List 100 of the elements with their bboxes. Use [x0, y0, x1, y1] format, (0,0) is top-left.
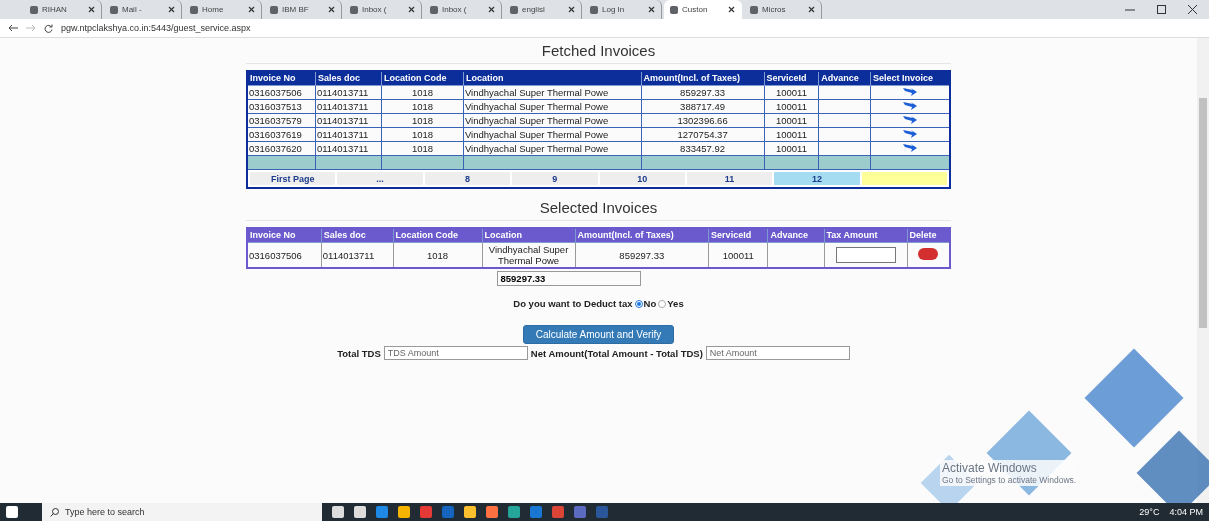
table-cell: Vindhyachal Super Thermal Powe — [463, 85, 642, 100]
table-cell: 0316037620 — [247, 141, 316, 156]
back-arrow-icon[interactable] — [8, 24, 18, 32]
maximize-icon[interactable] — [1157, 5, 1166, 14]
pagination-button[interactable]: ... — [337, 172, 423, 185]
close-icon[interactable] — [88, 6, 95, 13]
taskbar-app-icon[interactable] — [354, 506, 366, 518]
taskbar-app-icon[interactable] — [398, 506, 410, 518]
table-cell: 0316037619 — [247, 127, 316, 142]
column-header: ServiceId — [764, 71, 819, 86]
column-header: Location — [482, 228, 575, 243]
favicon-icon — [750, 5, 758, 14]
table-cell: 0316037506 — [247, 242, 322, 268]
field-label: Net Amount(Total Amount - Total TDS) — [530, 347, 703, 359]
column-header: Advance — [767, 228, 825, 243]
select-arrow-icon[interactable] — [902, 116, 917, 124]
column-header: Location Code — [393, 228, 482, 243]
browser-tab[interactable]: Custon — [664, 0, 742, 19]
section-title: Selected Invoices — [246, 199, 951, 221]
column-header: Sales doc — [315, 71, 382, 86]
table-cell: 1018 — [381, 99, 464, 114]
column-header: Invoice No — [247, 228, 322, 243]
tax-amount-field[interactable] — [835, 247, 896, 263]
table-cell: 833457.92 — [641, 141, 765, 156]
close-icon[interactable] — [408, 6, 415, 13]
address-bar[interactable]: pgw.ntpclakshya.co.in:5443/guest_service.aspx — [61, 23, 251, 33]
column-header: Sales doc — [321, 228, 394, 243]
select-arrow-icon[interactable] — [902, 144, 917, 152]
favicon-icon — [590, 5, 598, 14]
table-cell: 0316037506 — [247, 85, 316, 100]
taskbar-app-icon[interactable] — [376, 506, 388, 518]
close-icon[interactable] — [168, 6, 175, 13]
scrollbar-thumb[interactable] — [1199, 98, 1207, 328]
radio-button[interactable] — [658, 299, 667, 308]
column-header: Select Invoice — [870, 71, 950, 86]
notice-text: Go to Settings to activate Windows. — [942, 475, 1077, 485]
table-cell: 0114013711 — [315, 85, 382, 100]
net-amount-field[interactable]: Net Amount — [705, 346, 850, 360]
delete-icon[interactable] — [918, 248, 939, 260]
pagination-button[interactable]: 12 — [774, 172, 860, 185]
column-header: Location — [463, 71, 642, 86]
table-cell: 0114013711 — [321, 242, 394, 268]
favicon-icon — [110, 5, 118, 14]
column-header: Amount(Incl. of Taxes) — [641, 71, 765, 86]
favicon-icon — [430, 5, 438, 14]
table-cell: 1018 — [381, 85, 464, 100]
taskbar-app-icon[interactable] — [508, 506, 520, 518]
taskbar-app-icon[interactable] — [332, 506, 344, 518]
taskbar-app-icon[interactable] — [552, 506, 564, 518]
table-cell: 0114013711 — [315, 141, 382, 156]
column-header: ServiceId — [708, 228, 768, 243]
close-icon[interactable] — [648, 6, 655, 13]
taskbar-app-icon[interactable] — [486, 506, 498, 518]
reload-icon[interactable] — [44, 23, 53, 33]
radio-label: No — [643, 298, 657, 309]
favicon-icon — [670, 5, 678, 14]
close-icon[interactable] — [568, 6, 575, 13]
close-icon[interactable] — [328, 6, 335, 13]
close-icon[interactable] — [488, 6, 495, 13]
select-arrow-icon[interactable] — [902, 130, 917, 138]
table-cell: 0114013711 — [315, 99, 382, 114]
pagination-button[interactable]: 11 — [686, 172, 773, 185]
table-cell: 100011 — [764, 113, 819, 128]
close-icon[interactable] — [808, 6, 815, 13]
table-cell: 859297.33 — [641, 85, 765, 100]
pagination-button[interactable]: 10 — [599, 172, 685, 185]
pagination-button[interactable]: First Page — [250, 172, 336, 185]
column-header: Delete — [907, 228, 950, 243]
taskbar-search-field[interactable]: Type here to search — [42, 503, 322, 521]
minimize-icon[interactable] — [1125, 8, 1135, 11]
favicon-icon — [190, 5, 198, 14]
tds-amount-field[interactable]: TDS Amount — [383, 346, 528, 360]
table-cell: 0316037513 — [247, 99, 316, 114]
close-icon[interactable] — [248, 6, 255, 13]
radio-button[interactable] — [634, 299, 643, 308]
table-cell: Vindhyachal Super Thermal Powe — [463, 127, 642, 142]
column-header: Location Code — [381, 71, 464, 86]
table-cell: 100011 — [764, 85, 819, 100]
column-header: Invoice No — [247, 71, 316, 86]
table-cell: Vindhyachal Super Thermal Powe — [463, 99, 642, 114]
search-icon — [50, 507, 59, 517]
question-label: Do you want to Deduct tax — [513, 298, 633, 309]
table-cell: 388717.49 — [641, 99, 765, 114]
radio-label: Yes — [667, 298, 684, 309]
table-cell: 100011 — [764, 99, 819, 114]
close-icon[interactable] — [1188, 5, 1197, 14]
table-cell: 0316037579 — [247, 113, 316, 128]
taskbar-app-icon[interactable] — [464, 506, 476, 518]
select-arrow-icon[interactable] — [902, 102, 917, 110]
calculate-button[interactable]: Calculate Amount and Verify — [522, 325, 675, 344]
select-arrow-icon[interactable] — [902, 88, 917, 96]
pagination-button[interactable]: 8 — [424, 172, 511, 185]
taskbar-app-icon[interactable] — [420, 506, 432, 518]
start-icon[interactable] — [6, 506, 18, 518]
field-label: Total TDS — [337, 347, 381, 359]
temperature-label: 29°C — [1139, 507, 1160, 517]
close-icon[interactable] — [728, 6, 735, 13]
total-amount-field: 859297.33 — [496, 271, 641, 286]
column-header: Tax Amount — [824, 228, 908, 243]
pagination-button[interactable]: 9 — [512, 172, 598, 185]
